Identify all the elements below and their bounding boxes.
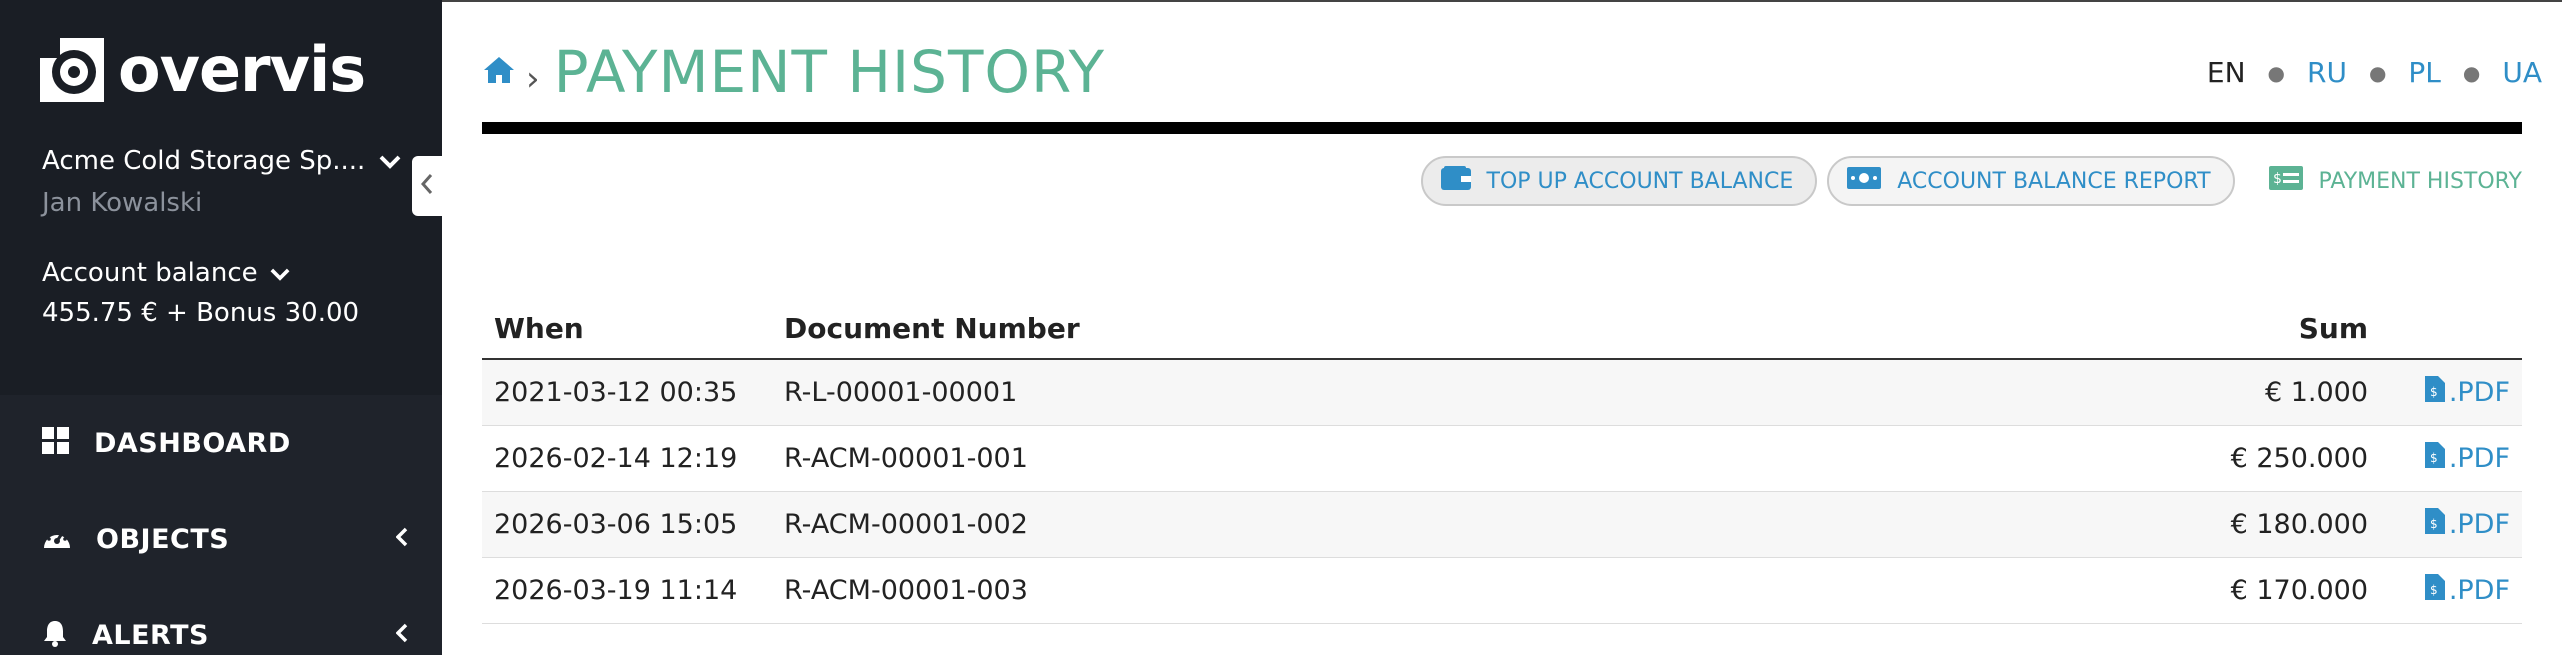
cell-when: 2026-03-19 11:14 bbox=[494, 575, 738, 606]
payment-history-label: PAYMENT HISTORY bbox=[2318, 168, 2522, 194]
pdf-download-link[interactable]: $ .PDF bbox=[2382, 574, 2522, 607]
svg-text:$: $ bbox=[2430, 385, 2438, 399]
chevron-down-icon bbox=[270, 258, 290, 288]
logo-disk-icon bbox=[40, 38, 104, 102]
sidebar-item-objects[interactable]: OBJECTS bbox=[0, 491, 442, 587]
home-icon[interactable] bbox=[482, 55, 516, 89]
top-up-balance-button[interactable]: TOP UP ACCOUNT BALANCE bbox=[1420, 156, 1818, 206]
page-title: PAYMENT HISTORY bbox=[553, 38, 1106, 106]
bell-icon bbox=[42, 619, 68, 651]
cell-document-number: R-L-00001-00001 bbox=[784, 377, 1018, 408]
account-balance-value: 455.75 € + Bonus 30.00 bbox=[42, 298, 360, 328]
pdf-link-label: .PDF bbox=[2448, 443, 2510, 474]
cell-document-number: R-ACM-00001-003 bbox=[784, 575, 1028, 606]
pdf-link-label: .PDF bbox=[2448, 575, 2510, 606]
cell-sum: € 180.000 bbox=[2230, 509, 2368, 540]
sidebar-item-alerts[interactable]: ALERTS bbox=[0, 587, 442, 655]
sidebar-collapse-button[interactable] bbox=[412, 156, 442, 216]
payment-history-table: When Document Number Sum 2021-03-12 00:3… bbox=[482, 298, 2522, 624]
lang-ru[interactable]: RU bbox=[2307, 56, 2347, 89]
svg-text:$: $ bbox=[2430, 451, 2438, 465]
sidebar-account-panel: overvis Acme Cold Storage Sp.... Jan Kow… bbox=[0, 0, 442, 395]
language-switcher: EN ● RU ● PL ● UA bbox=[2207, 56, 2542, 89]
wallet-icon bbox=[1440, 166, 1487, 196]
breadcrumb-separator-icon: › bbox=[526, 59, 540, 99]
table-header: When Document Number Sum bbox=[482, 298, 2522, 360]
table-row: 2026-03-19 11:14 R-ACM-00001-003 € 170.0… bbox=[482, 558, 2522, 624]
account-balance-toggle[interactable]: Account balance bbox=[42, 258, 290, 288]
cell-sum: € 170.000 bbox=[2230, 575, 2368, 606]
cell-sum: € 1.000 bbox=[2264, 377, 2368, 408]
pdf-download-link[interactable]: $ .PDF bbox=[2382, 508, 2522, 541]
cell-when: 2026-02-14 12:19 bbox=[494, 443, 738, 474]
lang-pl[interactable]: PL bbox=[2408, 56, 2440, 89]
company-name: Acme Cold Storage Sp.... bbox=[42, 146, 366, 176]
table-row: 2021-03-12 00:35 R-L-00001-00001 € 1.000… bbox=[482, 360, 2522, 426]
top-up-balance-label: TOP UP ACCOUNT BALANCE bbox=[1486, 168, 1794, 194]
cell-document-number: R-ACM-00001-002 bbox=[784, 509, 1028, 540]
column-header-sum[interactable]: Sum bbox=[2122, 312, 2382, 345]
dashboard-icon bbox=[42, 427, 70, 459]
sidebar-item-label: DASHBOARD bbox=[94, 427, 291, 459]
lang-separator-icon: ● bbox=[2267, 60, 2285, 85]
account-balance-report-button[interactable]: ACCOUNT BALANCE REPORT bbox=[1827, 156, 2235, 206]
receipt-icon: $ bbox=[2268, 166, 2319, 196]
file-invoice-icon: $ bbox=[2424, 442, 2449, 475]
money-bill-icon bbox=[1847, 167, 1897, 195]
header-divider bbox=[482, 122, 2522, 134]
file-invoice-icon: $ bbox=[2424, 508, 2449, 541]
column-header-document-number[interactable]: Document Number bbox=[784, 312, 2122, 345]
lang-ua[interactable]: UA bbox=[2502, 56, 2542, 89]
lang-en[interactable]: EN bbox=[2207, 56, 2246, 89]
svg-text:$: $ bbox=[2273, 171, 2282, 187]
sidebar-item-label: ALERTS bbox=[92, 619, 209, 651]
file-invoice-icon: $ bbox=[2424, 376, 2449, 409]
company-selector[interactable]: Acme Cold Storage Sp.... bbox=[42, 146, 401, 176]
cell-document-number: R-ACM-00001-001 bbox=[784, 443, 1028, 474]
lang-separator-icon: ● bbox=[2368, 60, 2387, 85]
user-name: Jan Kowalski bbox=[42, 188, 203, 218]
svg-text:$: $ bbox=[2430, 583, 2438, 597]
account-balance-report-label: ACCOUNT BALANCE REPORT bbox=[1897, 168, 2211, 194]
file-invoice-icon: $ bbox=[2424, 574, 2449, 607]
account-balance-label: Account balance bbox=[42, 258, 258, 288]
cell-when: 2026-03-06 15:05 bbox=[494, 509, 738, 540]
sidebar-item-label: OBJECTS bbox=[96, 523, 230, 555]
cell-sum: € 250.000 bbox=[2230, 443, 2368, 474]
pdf-link-label: .PDF bbox=[2448, 509, 2510, 540]
pdf-link-label: .PDF bbox=[2448, 377, 2510, 408]
sidebar-nav: DASHBOARD OBJECTS ALERTS bbox=[0, 395, 442, 655]
gauge-icon bbox=[42, 524, 72, 554]
logo[interactable]: overvis bbox=[40, 33, 366, 106]
svg-text:$: $ bbox=[2430, 517, 2438, 531]
column-header-when[interactable]: When bbox=[482, 312, 784, 345]
chevron-left-icon bbox=[395, 623, 408, 647]
sidebar: overvis Acme Cold Storage Sp.... Jan Kow… bbox=[0, 0, 442, 655]
logo-text: overvis bbox=[118, 33, 366, 106]
breadcrumb: › PAYMENT HISTORY bbox=[482, 38, 1105, 106]
chevron-down-icon bbox=[379, 146, 401, 176]
chevron-left-icon bbox=[420, 173, 433, 199]
pdf-download-link[interactable]: $ .PDF bbox=[2382, 376, 2522, 409]
chevron-left-icon bbox=[395, 527, 408, 551]
payment-history-button[interactable]: $ PAYMENT HISTORY bbox=[2249, 156, 2542, 206]
main-content: › PAYMENT HISTORY EN ● RU ● PL ● UA TOP … bbox=[442, 0, 2562, 655]
table-row: 2026-02-14 12:19 R-ACM-00001-001 € 250.0… bbox=[482, 426, 2522, 492]
pdf-download-link[interactable]: $ .PDF bbox=[2382, 442, 2522, 475]
sidebar-item-dashboard[interactable]: DASHBOARD bbox=[0, 395, 442, 491]
balance-toolbar: TOP UP ACCOUNT BALANCE ACCOUNT BALANCE R… bbox=[1411, 156, 2543, 206]
table-row: 2026-03-06 15:05 R-ACM-00001-002 € 180.0… bbox=[482, 492, 2522, 558]
cell-when: 2021-03-12 00:35 bbox=[494, 377, 738, 408]
lang-separator-icon: ● bbox=[2462, 60, 2481, 85]
